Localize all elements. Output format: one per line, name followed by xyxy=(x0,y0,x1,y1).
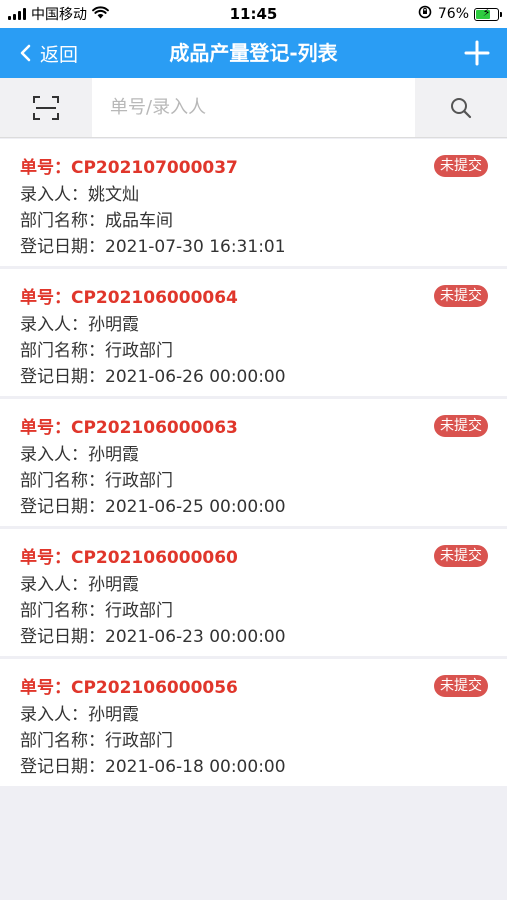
registration-date: 2021-07-30 16:31:01 xyxy=(105,237,286,257)
entry-person-label: 录入人： xyxy=(20,705,88,725)
status-badge: 未提交 xyxy=(434,675,488,697)
order-label: 单号： xyxy=(20,288,71,308)
date-line: 登记日期：2021-06-25 00:00:00 xyxy=(20,492,286,517)
status-badge: 未提交 xyxy=(434,415,488,437)
registration-date: 2021-06-18 00:00:00 xyxy=(105,757,286,777)
entry-person-line: 录入人：孙明霞 xyxy=(20,440,139,465)
search-input[interactable] xyxy=(92,78,415,137)
date-label: 登记日期： xyxy=(20,627,105,647)
date-line: 登记日期：2021-06-23 00:00:00 xyxy=(20,622,286,647)
entry-person-label: 录入人： xyxy=(20,445,88,465)
order-number-line: 单号：CP202106000056 xyxy=(20,673,238,698)
order-label: 单号： xyxy=(20,548,71,568)
order-label: 单号： xyxy=(20,418,71,438)
scan-icon xyxy=(33,96,59,120)
status-bar-right: 76% ⚡ xyxy=(418,5,502,23)
department-line: 部门名称：行政部门 xyxy=(20,336,173,361)
date-label: 登记日期： xyxy=(20,497,105,517)
department-label: 部门名称： xyxy=(20,471,105,491)
record-card[interactable]: 单号：CP202106000064 录入人：孙明霞 部门名称：行政部门 登记日期… xyxy=(0,269,507,396)
status-badge: 未提交 xyxy=(434,285,488,307)
record-card[interactable]: 单号：CP202106000060 录入人：孙明霞 部门名称：行政部门 登记日期… xyxy=(0,529,507,656)
entry-person: 孙明霞 xyxy=(88,705,139,725)
battery-percent: 76% xyxy=(437,6,469,22)
search-bar xyxy=(0,78,507,138)
entry-person-line: 录入人：孙明霞 xyxy=(20,570,139,595)
search-button[interactable] xyxy=(445,92,477,124)
record-card[interactable]: 单号：CP202106000056 录入人：孙明霞 部门名称：行政部门 登记日期… xyxy=(0,659,507,786)
status-badge: 未提交 xyxy=(434,545,488,567)
department-label: 部门名称： xyxy=(20,341,105,361)
order-number: CP202106000064 xyxy=(71,288,238,308)
back-button[interactable]: 返回 xyxy=(20,28,78,78)
order-number: CP202107000037 xyxy=(71,158,238,178)
entry-person-label: 录入人： xyxy=(20,185,88,205)
record-card[interactable]: 单号：CP202107000037 录入人：姚文灿 部门名称：成品车间 登记日期… xyxy=(0,139,507,266)
entry-person-line: 录入人：孙明霞 xyxy=(20,310,139,335)
entry-person: 孙明霞 xyxy=(88,575,139,595)
navigation-bar: 返回 成品产量登记-列表 xyxy=(0,28,507,78)
order-number: CP202106000056 xyxy=(71,678,238,698)
order-number-line: 单号：CP202106000060 xyxy=(20,543,238,568)
date-line: 登记日期：2021-07-30 16:31:01 xyxy=(20,232,286,257)
department-name: 行政部门 xyxy=(105,341,173,361)
department-name: 行政部门 xyxy=(105,601,173,621)
registration-date: 2021-06-23 00:00:00 xyxy=(105,627,286,647)
entry-person-label: 录入人： xyxy=(20,575,88,595)
entry-person: 孙明霞 xyxy=(88,315,139,335)
entry-person: 孙明霞 xyxy=(88,445,139,465)
back-label: 返回 xyxy=(40,43,79,66)
department-label: 部门名称： xyxy=(20,731,105,751)
order-number: CP202106000063 xyxy=(71,418,238,438)
scan-button[interactable] xyxy=(16,88,76,128)
status-bar: 中国移动 11:45 76% ⚡ xyxy=(0,0,507,28)
orientation-lock-icon xyxy=(418,5,432,23)
department-line: 部门名称：行政部门 xyxy=(20,596,173,621)
department-label: 部门名称： xyxy=(20,601,105,621)
record-list: 单号：CP202107000037 录入人：姚文灿 部门名称：成品车间 登记日期… xyxy=(0,139,507,789)
department-name: 行政部门 xyxy=(105,471,173,491)
order-label: 单号： xyxy=(20,678,71,698)
order-number-line: 单号：CP202106000063 xyxy=(20,413,238,438)
record-card[interactable]: 单号：CP202106000063 录入人：孙明霞 部门名称：行政部门 登记日期… xyxy=(0,399,507,526)
registration-date: 2021-06-25 00:00:00 xyxy=(105,497,286,517)
order-number-line: 单号：CP202106000064 xyxy=(20,283,238,308)
date-line: 登记日期：2021-06-26 00:00:00 xyxy=(20,362,286,387)
entry-person: 姚文灿 xyxy=(88,185,139,205)
date-line: 登记日期：2021-06-18 00:00:00 xyxy=(20,752,286,777)
chevron-left-icon xyxy=(20,44,31,62)
battery-icon: ⚡ xyxy=(474,6,502,21)
department-line: 部门名称：行政部门 xyxy=(20,466,173,491)
department-name: 行政部门 xyxy=(105,731,173,751)
date-label: 登记日期： xyxy=(20,237,105,257)
department-label: 部门名称： xyxy=(20,211,105,231)
order-number-line: 单号：CP202107000037 xyxy=(20,153,238,178)
order-number: CP202106000060 xyxy=(71,548,238,568)
entry-person-line: 录入人：孙明霞 xyxy=(20,700,139,725)
date-label: 登记日期： xyxy=(20,367,105,387)
registration-date: 2021-06-26 00:00:00 xyxy=(105,367,286,387)
department-line: 部门名称：行政部门 xyxy=(20,726,173,751)
entry-person-line: 录入人：姚文灿 xyxy=(20,180,139,205)
date-label: 登记日期： xyxy=(20,757,105,777)
department-name: 成品车间 xyxy=(105,211,173,231)
status-badge: 未提交 xyxy=(434,155,488,177)
department-line: 部门名称：成品车间 xyxy=(20,206,173,231)
search-icon xyxy=(451,98,472,119)
order-label: 单号： xyxy=(20,158,71,178)
add-button[interactable] xyxy=(461,37,493,69)
plus-icon xyxy=(464,40,490,66)
entry-person-label: 录入人： xyxy=(20,315,88,335)
